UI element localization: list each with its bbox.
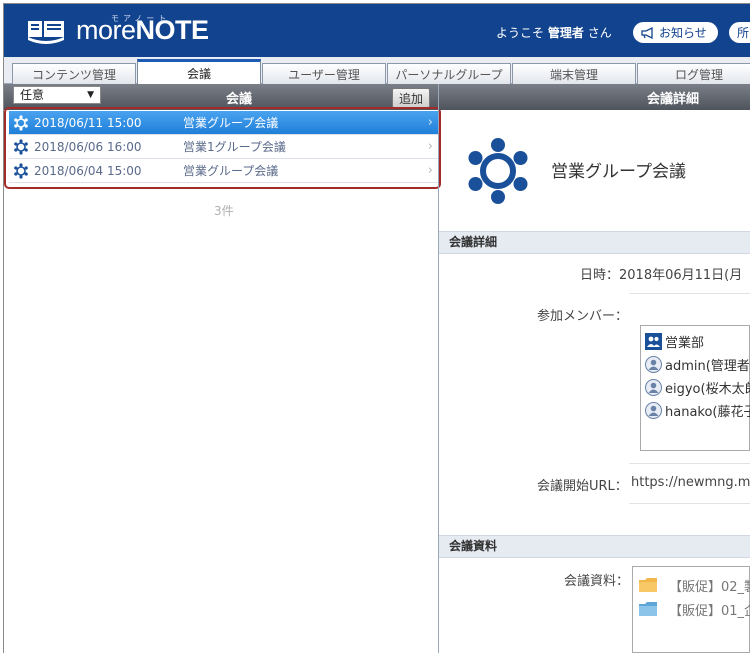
material-item[interactable]: 【販促】02_製 <box>639 575 750 595</box>
meeting-datetime-value: 日時：2018年06月11日(月 <box>580 268 743 283</box>
meeting-detail-name: 営業グループ会議 <box>551 162 686 182</box>
section-meeting-details: 会議詳細 <box>439 231 750 254</box>
member-item: admin(管理者 <box>645 354 750 374</box>
divider <box>629 463 750 464</box>
member-item: hanako(藤花子 <box>645 400 750 420</box>
settings-label: 所 <box>737 26 750 40</box>
divider <box>629 293 750 294</box>
folder-icon <box>639 602 657 616</box>
member-name: 営業部 <box>665 335 705 351</box>
panel-divider <box>438 84 439 653</box>
user-icon <box>645 378 662 396</box>
members-label: 参加メンバー： <box>537 309 629 324</box>
settings-button[interactable]: 所 <box>729 22 750 43</box>
notice-label: お知らせ <box>659 26 707 40</box>
tab-label: コンテンツ管理 <box>31 67 116 82</box>
notice-button[interactable]: お知らせ <box>633 22 718 43</box>
folder-icon <box>639 578 657 592</box>
materials-label: 会議資料： <box>564 574 630 589</box>
meeting-list-title: 会議 <box>226 92 253 107</box>
welcome-text: ようこそ 管理者 さん <box>496 24 612 41</box>
divider <box>629 503 750 504</box>
tab-label: ユーザー管理 <box>288 67 360 82</box>
material-name: 【販促】02_製 <box>669 579 750 595</box>
megaphone-icon <box>641 26 653 39</box>
tab-personal-group[interactable]: パーソナルグループ <box>387 63 511 84</box>
meeting-detail-header <box>439 84 750 110</box>
tab-label: ログ管理 <box>674 67 723 82</box>
members-listbox[interactable]: 営業部 admin(管理者 eigyo(桜木太郎 hanako(藤花子 <box>640 325 750 451</box>
add-meeting-button[interactable]: 追加 <box>392 88 430 108</box>
welcome-suffix: さん <box>587 26 612 40</box>
tab-label: パーソナルグループ <box>395 67 503 82</box>
app-header: モアノート more NOTE ようこそ 管理者 さん お知らせ 所 <box>4 4 750 57</box>
tab-label: 会議 <box>186 66 211 81</box>
main-tab-bar: コンテンツ管理 会議 ユーザー管理 パーソナルグループ 端末管理 ログ管理 <box>4 57 750 84</box>
material-item[interactable]: 【販促】01_企 <box>639 599 750 619</box>
tab-contents[interactable]: コンテンツ管理 <box>12 63 136 84</box>
tab-label: 端末管理 <box>549 67 598 82</box>
url-label: 会議開始URL： <box>537 479 628 494</box>
member-name: hanako(藤花子 <box>665 404 750 420</box>
meeting-count: 3件 <box>214 204 234 218</box>
welcome-prefix: ようこそ <box>496 26 545 40</box>
materials-listbox[interactable]: 【販促】02_製 【販促】01_企 <box>632 566 750 653</box>
user-name: 管理者 <box>547 26 584 40</box>
book-logo-icon <box>28 20 64 44</box>
meeting-large-icon <box>468 138 528 204</box>
member-name: admin(管理者 <box>665 358 750 374</box>
member-item: eigyo(桜木太郎 <box>645 377 750 397</box>
group-icon <box>645 332 662 350</box>
tab-users[interactable]: ユーザー管理 <box>262 63 386 84</box>
caret-down-icon: ▼ <box>87 90 94 100</box>
meeting-url-value[interactable]: https://newmng.m <box>631 475 750 490</box>
logo-ruby: モアノート <box>111 14 171 23</box>
filter-select[interactable]: 任意 ▼ <box>13 86 101 104</box>
logo: モアノート more NOTE <box>26 14 209 46</box>
filter-value: 任意 <box>20 88 45 102</box>
section-meeting-materials: 会議資料 <box>439 535 750 558</box>
tab-logs[interactable]: ログ管理 <box>637 63 750 84</box>
material-name: 【販促】01_企 <box>669 603 750 619</box>
user-icon <box>645 355 662 373</box>
tab-meeting[interactable]: 会議 <box>137 59 261 84</box>
user-icon <box>645 401 662 419</box>
member-item: 営業部 <box>645 331 704 351</box>
member-name: eigyo(桜木太郎 <box>665 381 750 397</box>
highlight-frame <box>4 107 441 189</box>
tab-devices[interactable]: 端末管理 <box>512 63 636 84</box>
meeting-detail-title: 会議詳細 <box>647 92 700 107</box>
